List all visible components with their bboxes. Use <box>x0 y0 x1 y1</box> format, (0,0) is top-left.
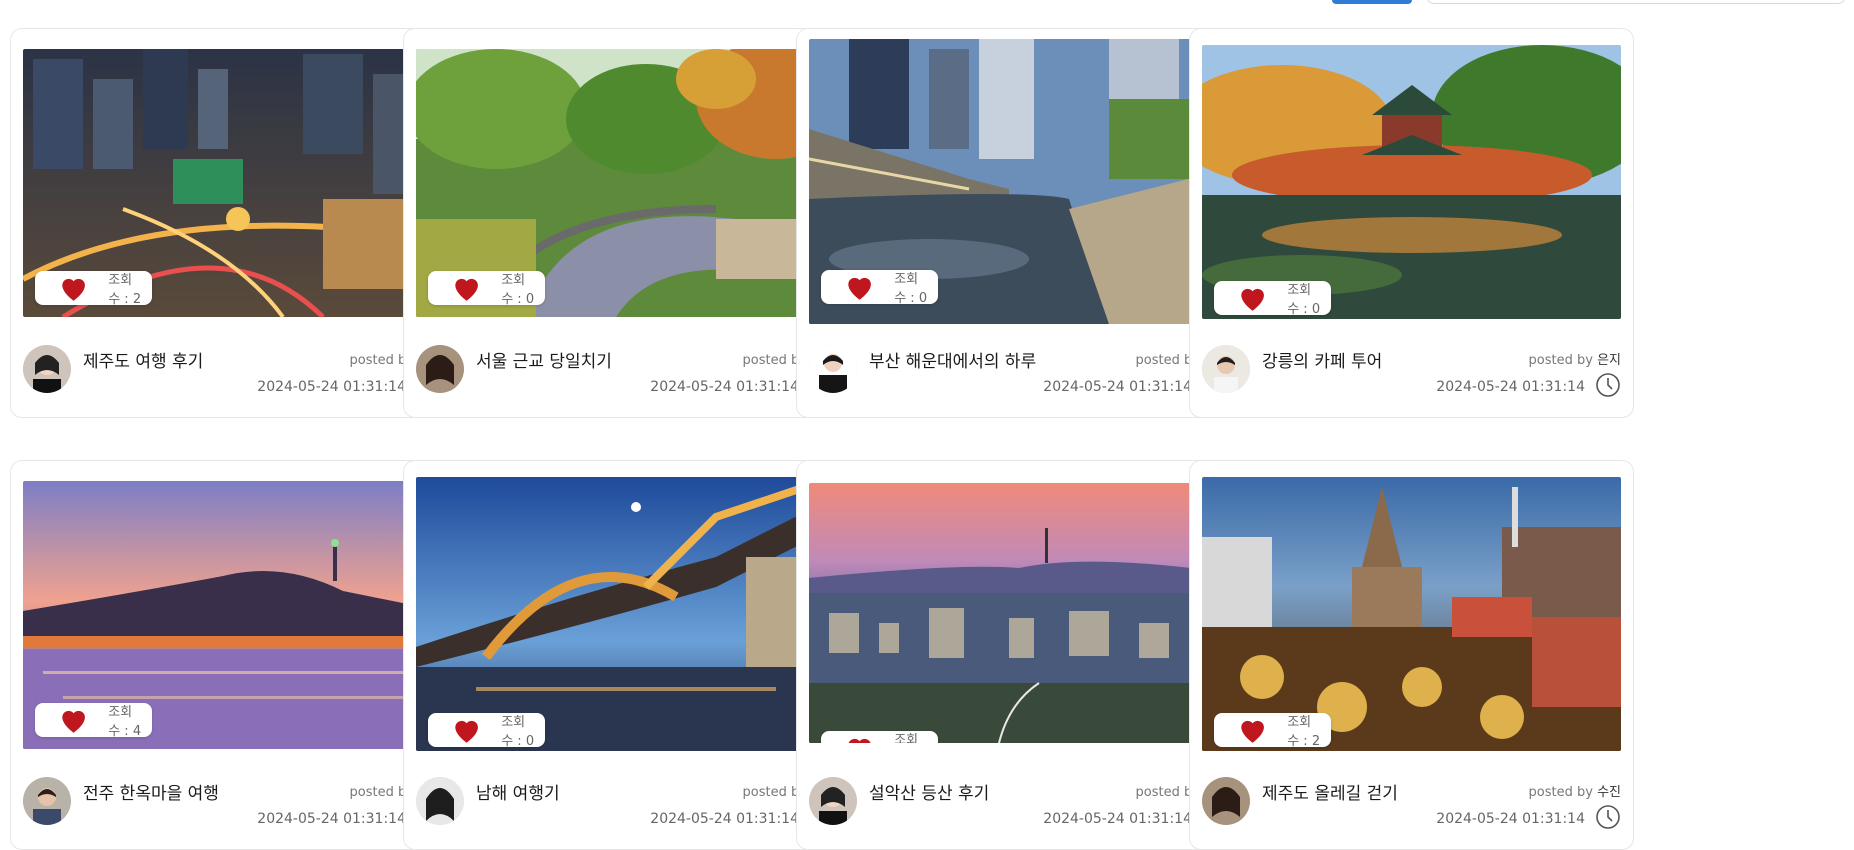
palace-pavilion-image[interactable]: 조회수 : 0 <box>1202 45 1621 319</box>
post-date: 2024-05-24 01:31:14 <box>1436 379 1585 395</box>
posted-by-label: posted by <box>1528 353 1593 368</box>
clock-icon <box>1596 373 1620 397</box>
top-action-button[interactable] <box>1332 0 1412 4</box>
view-count-text: 조회수 : 4 <box>108 705 142 739</box>
post-date: 2024-05-24 01:31:14 <box>257 379 406 395</box>
author-name[interactable]: 수진 <box>1597 785 1621 800</box>
heart-icon <box>455 278 478 301</box>
avatar[interactable] <box>416 345 464 393</box>
post-date: 2024-05-24 01:31:14 <box>1043 811 1192 827</box>
avatar[interactable] <box>1202 777 1250 825</box>
view-count-badge: 조회수 : 2 <box>1214 713 1331 749</box>
city-sunset-tower-image[interactable]: 조회수 : 2 <box>809 483 1228 743</box>
lit-bridge-image[interactable]: 조회수 : 0 <box>416 477 835 751</box>
view-count-text: 조회수 : 0 <box>894 272 928 306</box>
post-card[interactable]: 조회수 : 2 설악산 등산 후기 posted by 민호 2024-05-2… <box>796 460 1241 850</box>
avatar[interactable] <box>1202 345 1250 393</box>
view-count-text: 조회수 : 0 <box>501 273 535 307</box>
author-name[interactable]: 은지 <box>1597 353 1621 368</box>
view-count-badge: 조회수 : 2 <box>35 271 152 307</box>
avatar[interactable] <box>809 345 857 393</box>
view-count-text: 조회수 : 2 <box>1287 715 1321 749</box>
heart-icon <box>455 720 478 743</box>
post-card[interactable]: 조회수 : 4 전주 한옥마을 여행 posted by 재현 2024-05-… <box>10 460 455 850</box>
post-date: 2024-05-24 01:31:14 <box>1043 379 1192 395</box>
view-count-badge: 조회수 : 0 <box>821 270 938 306</box>
post-title[interactable]: 제주도 올레길 걷기 <box>1262 779 1398 804</box>
seoul-night-city-image[interactable]: 조회수 : 2 <box>23 49 442 317</box>
post-title[interactable]: 부산 해운대에서의 하루 <box>869 347 1036 372</box>
post-date: 2024-05-24 01:31:14 <box>650 811 799 827</box>
han-river-dusk-image[interactable]: 조회수 : 4 <box>23 481 442 749</box>
view-count-badge: 조회수 : 2 <box>821 731 938 743</box>
search-input[interactable] <box>1426 0 1846 4</box>
post-card[interactable]: 조회수 : 0 부산 해운대에서의 하루 posted by 현진 2024-0… <box>796 28 1241 418</box>
view-count-badge: 조회수 : 4 <box>35 703 152 739</box>
post-title[interactable]: 설악산 등산 후기 <box>869 779 989 804</box>
heart-icon <box>848 277 871 300</box>
posted-by: posted by 은지 <box>1529 349 1621 368</box>
avatar[interactable] <box>23 345 71 393</box>
post-title[interactable]: 남해 여행기 <box>476 779 560 804</box>
post-date: 2024-05-24 01:31:14 <box>1436 811 1585 827</box>
view-count-text: 조회수 : 2 <box>108 273 142 307</box>
view-count-badge: 조회수 : 0 <box>428 271 545 307</box>
heart-icon <box>1241 720 1264 743</box>
park-walkway-image[interactable]: 조회수 : 0 <box>416 49 835 317</box>
avatar[interactable] <box>416 777 464 825</box>
post-title[interactable]: 제주도 여행 후기 <box>83 347 203 372</box>
post-card[interactable]: 조회수 : 0 강릉의 카페 투어 posted by 은지 2024-05-2… <box>1189 28 1634 418</box>
heart-icon <box>1241 288 1264 311</box>
post-title[interactable]: 전주 한옥마을 여행 <box>83 779 219 804</box>
post-card[interactable]: 조회수 : 0 서울 근교 당일치기 posted by 수진 2024-05-… <box>403 28 848 418</box>
view-count-text: 조회수 : 0 <box>1287 283 1321 317</box>
post-date: 2024-05-24 01:31:14 <box>257 811 406 827</box>
posted-by: posted by 수진 <box>1529 781 1621 800</box>
top-toolbar <box>0 0 1854 6</box>
clock-icon <box>1596 805 1620 829</box>
cheonggyecheon-stream-image[interactable]: 조회수 : 0 <box>809 39 1228 324</box>
avatar[interactable] <box>23 777 71 825</box>
posted-by-label: posted by <box>1528 785 1593 800</box>
post-title[interactable]: 서울 근교 당일치기 <box>476 347 612 372</box>
post-card[interactable]: 조회수 : 2 제주도 올레길 걷기 posted by 수진 2024-05-… <box>1189 460 1634 850</box>
post-date: 2024-05-24 01:31:14 <box>650 379 799 395</box>
view-count-badge: 조회수 : 0 <box>1214 281 1331 317</box>
post-title[interactable]: 강릉의 카페 투어 <box>1262 347 1382 372</box>
heart-icon <box>62 278 85 301</box>
view-count-badge: 조회수 : 0 <box>428 713 545 749</box>
heart-icon <box>62 710 85 733</box>
cathedral-lights-image[interactable]: 조회수 : 2 <box>1202 477 1621 751</box>
avatar[interactable] <box>809 777 857 825</box>
view-count-text: 조회수 : 0 <box>501 715 535 749</box>
heart-icon <box>848 738 871 743</box>
view-count-text: 조회수 : 2 <box>894 733 919 743</box>
post-card[interactable]: 조회수 : 0 남해 여행기 posted by 유나 2024-05-24 0… <box>403 460 848 850</box>
post-card[interactable]: 조회수 : 2 제주도 여행 후기 posted by 민호 2024-05-2… <box>10 28 455 418</box>
